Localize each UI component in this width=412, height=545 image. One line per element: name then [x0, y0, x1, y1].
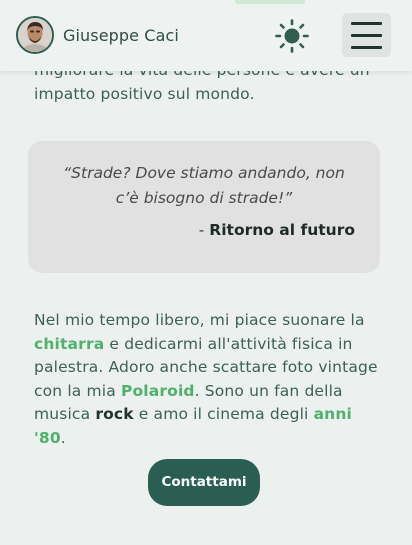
- quote-card: “Strade? Dove stiamo andando, non c’è bi…: [28, 141, 380, 273]
- avatar[interactable]: [16, 16, 54, 54]
- menu-button[interactable]: [342, 13, 391, 57]
- hamburger-menu-icon-line: [351, 34, 382, 37]
- contact-button[interactable]: Contattami: [148, 459, 260, 506]
- site-header: Giuseppe Caci: [0, 0, 412, 71]
- highlight-rock: rock: [95, 405, 134, 423]
- site-name[interactable]: Giuseppe Caci: [63, 26, 179, 45]
- header-accent-bar: [235, 0, 305, 4]
- sun-icon: [275, 19, 309, 53]
- quote-text: “Strade? Dove stiamo andando, non c’è bi…: [63, 164, 345, 207]
- hobbies-text: Nel mio tempo libero, mi piace suonare l…: [34, 311, 365, 329]
- highlight-polaroid: Polaroid: [120, 381, 195, 400]
- hamburger-menu-icon: [351, 22, 382, 25]
- avatar-portrait: [18, 18, 52, 52]
- highlight-chitarra: chitarra: [34, 334, 105, 353]
- quote-attribution: - Ritorno al futuro: [199, 221, 355, 239]
- theme-toggle-button[interactable]: [275, 19, 309, 53]
- quote-source: Ritorno al futuro: [209, 221, 355, 239]
- hobbies-text: e amo il cinema degli: [133, 405, 314, 423]
- quote-dash: -: [198, 221, 210, 239]
- hobbies-paragraph: Nel mio tempo libero, mi piace suonare l…: [34, 309, 379, 450]
- hobbies-text: .: [60, 428, 66, 447]
- hamburger-menu-icon-line: [351, 46, 382, 49]
